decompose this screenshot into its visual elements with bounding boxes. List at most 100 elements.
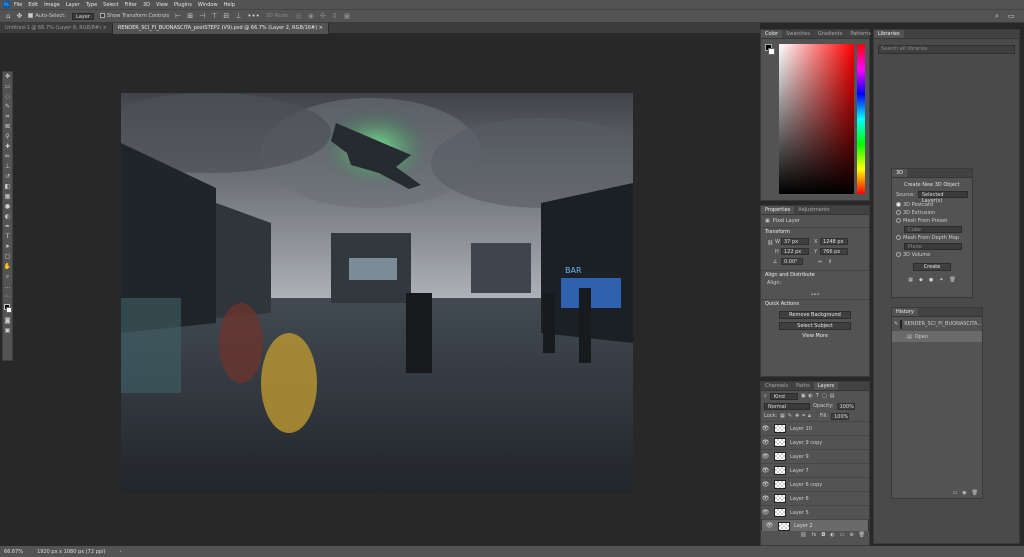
menu-image[interactable]: Image	[44, 2, 60, 8]
visibility-eye-icon[interactable]: 👁︎	[761, 425, 770, 432]
height-input[interactable]: 122 px	[781, 248, 809, 255]
layer-row[interactable]: 👁︎ Layer 9	[761, 449, 869, 463]
filter-material-icon[interactable]: ●	[929, 277, 933, 283]
tab-channels[interactable]: Channels	[761, 382, 792, 390]
width-input[interactable]: 37 px	[781, 238, 809, 245]
frame-tool-icon[interactable]: ⊠	[3, 122, 12, 132]
angle-input[interactable]: 0.00°	[781, 258, 803, 265]
show-transform-checkbox[interactable]	[99, 13, 105, 18]
blur-tool-icon[interactable]: ●	[3, 202, 12, 212]
flip-horizontal-icon[interactable]: ⇔	[818, 259, 822, 265]
select-subject-button[interactable]: Select Subject	[779, 322, 851, 330]
visibility-eye-icon[interactable]: 👁︎	[761, 453, 770, 460]
lock-paint-icon[interactable]: ✎	[788, 413, 792, 419]
history-brush-tool-icon[interactable]: ↺	[3, 172, 12, 182]
menu-edit[interactable]: Edit	[28, 2, 38, 8]
layer-style-icon[interactable]: fx	[812, 532, 817, 539]
new-group-icon[interactable]: ▭	[840, 532, 845, 539]
layer-row[interactable]: 👁︎ Layer 10	[761, 421, 869, 435]
slide-3d-icon[interactable]: ⇕	[332, 12, 338, 20]
scale-3d-icon[interactable]: ▣	[344, 12, 351, 20]
bg-color-chip[interactable]	[768, 48, 775, 55]
brush-tool-icon[interactable]: ✏	[3, 152, 12, 162]
pan-3d-icon[interactable]: ✣	[320, 12, 326, 20]
link-layers-icon[interactable]: ⛓	[800, 532, 806, 539]
preset-dropdown[interactable]: Cube	[904, 226, 962, 233]
visibility-eye-icon[interactable]: 👁︎	[765, 523, 774, 529]
radio-3d-extrusion[interactable]: 3D Extrusion	[892, 209, 972, 217]
auto-select-dropdown[interactable]: Layer	[71, 12, 94, 20]
color-swatches[interactable]	[3, 302, 12, 316]
menu-help[interactable]: Help	[224, 2, 235, 8]
layer-row[interactable]: 👁︎ Layer 6 copy	[761, 477, 869, 491]
screen-mode-icon[interactable]: ▣	[3, 326, 12, 336]
libraries-search-input[interactable]: Search all libraries	[878, 45, 1015, 54]
camera-snapshot-icon[interactable]: ◉	[962, 490, 966, 496]
path-select-tool-icon[interactable]: ➤	[3, 242, 12, 252]
delete-3d-icon[interactable]: 🗑︎	[949, 277, 955, 283]
fill-input[interactable]: 100%	[831, 412, 850, 420]
quick-actions-header[interactable]: Quick Actions	[761, 299, 869, 308]
y-input[interactable]: 766 px	[820, 248, 848, 255]
menu-3d[interactable]: 3D	[143, 2, 150, 8]
align-right-icon[interactable]: ⊣	[199, 12, 205, 20]
history-snapshot[interactable]: ✎ RENDER_SCI_FI_BUONASCITA...	[892, 317, 982, 331]
background-color-swatch[interactable]	[6, 307, 12, 313]
filter-mesh-icon[interactable]: ◆	[919, 277, 923, 283]
lasso-tool-icon[interactable]: ◌	[3, 92, 12, 102]
lock-move-icon[interactable]: ✥	[795, 413, 799, 419]
color-field[interactable]	[779, 44, 854, 194]
home-icon[interactable]: ⌂	[6, 12, 10, 20]
remove-background-button[interactable]: Remove Background	[779, 311, 851, 319]
menu-layer[interactable]: Layer	[66, 2, 80, 8]
align-bottom-icon[interactable]: ⊥	[235, 12, 241, 20]
radio-button[interactable]	[896, 210, 901, 215]
healing-brush-tool-icon[interactable]: ✚	[3, 142, 12, 152]
x-input[interactable]: 1248 px	[820, 238, 848, 245]
create-3d-button[interactable]: Create	[913, 263, 951, 271]
tab-adjustments[interactable]: Adjustments	[794, 206, 833, 214]
radio-button[interactable]	[896, 202, 901, 207]
visibility-eye-icon[interactable]: 👁︎	[761, 495, 770, 502]
layer-row[interactable]: 👁︎ Layer 7	[761, 463, 869, 477]
layer-row[interactable]: 👁︎ Layer 6	[761, 491, 869, 505]
tab-render[interactable]: RENDER_SCI_FI_BUONASCITA_postSTEP2 (V9).…	[112, 23, 329, 34]
clone-stamp-tool-icon[interactable]: ⊥	[3, 162, 12, 172]
layer-row[interactable]: 👁︎ Layer 5	[761, 505, 869, 519]
more-options-icon[interactable]: •••	[247, 12, 259, 20]
tab-history[interactable]: History	[892, 308, 918, 316]
filter-kind-dropdown[interactable]: Kind	[769, 392, 798, 400]
filter-scene-icon[interactable]: ▦	[908, 277, 913, 283]
filter-smart-icon[interactable]: ▤	[830, 393, 835, 399]
crop-tool-icon[interactable]: ⌗	[3, 112, 12, 122]
link-icon[interactable]: ⛓	[767, 240, 773, 246]
rectangle-tool-icon[interactable]: ▢	[3, 252, 12, 262]
align-middle-icon[interactable]: ⊟	[223, 12, 229, 20]
layer-row-selected[interactable]: 👁︎ Layer 2	[761, 519, 869, 531]
menu-type[interactable]: Type	[86, 2, 97, 8]
filter-pixel-icon[interactable]: ▣	[801, 393, 806, 399]
orbit-3d-icon[interactable]: ◎	[296, 12, 302, 20]
filter-type-icon[interactable]: T	[816, 393, 819, 399]
filter-adjust-icon[interactable]: ◐	[809, 393, 813, 399]
tab-swatches[interactable]: Swatches	[782, 30, 814, 38]
radio-3d-volume[interactable]: 3D Volume	[892, 251, 972, 259]
move-tool-icon[interactable]: ✥	[16, 12, 22, 20]
radio-mesh-depth[interactable]: Mesh From Depth Map	[892, 234, 972, 242]
hue-slider[interactable]	[857, 44, 865, 194]
history-brush-source-icon[interactable]: ✎	[894, 321, 898, 327]
quick-select-tool-icon[interactable]: ✎	[3, 102, 12, 112]
lock-all-icon[interactable]: 🔒︎	[808, 413, 811, 419]
blend-mode-dropdown[interactable]: Normal	[764, 402, 810, 410]
tab-3d[interactable]: 3D	[892, 169, 908, 177]
more-align-icon[interactable]: •••	[767, 292, 863, 298]
align-header[interactable]: Align and Distribute	[761, 270, 869, 279]
add-mask-icon[interactable]: ◘	[821, 532, 825, 539]
flip-vertical-icon[interactable]: ⇕	[828, 259, 832, 265]
marquee-tool-icon[interactable]: ▭	[3, 82, 12, 92]
workspace-icon[interactable]: ▭	[1008, 12, 1015, 20]
opacity-input[interactable]: 100%	[836, 402, 855, 410]
filter-shape-icon[interactable]: ▢	[822, 393, 827, 399]
menu-select[interactable]: Select	[103, 2, 118, 8]
layer-row[interactable]: 👁︎ Layer 9 copy	[761, 435, 869, 449]
